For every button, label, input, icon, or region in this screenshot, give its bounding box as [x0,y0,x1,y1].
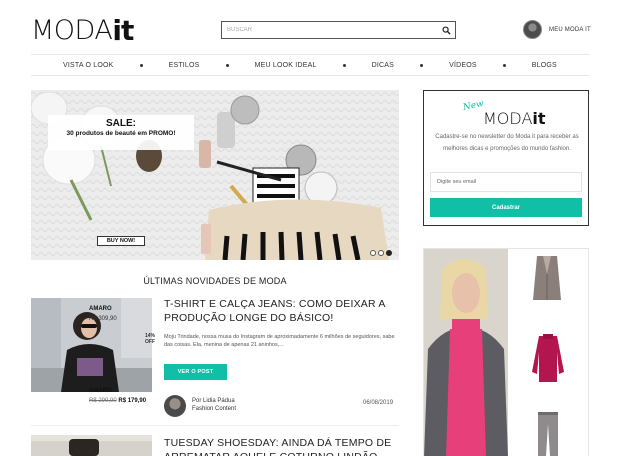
divider [31,425,399,426]
product-price: R$ 299,90 R$ 179,90 [89,398,146,404]
carousel-dot-active[interactable] [386,250,392,256]
post-thumbnail[interactable] [31,435,152,456]
view-post-button[interactable]: VER O POST [164,364,227,380]
newsletter-logo-bold: it [532,109,546,128]
nav-item-meu-look-ideal[interactable]: MEU LOOK IDEAL [255,62,317,69]
main-nav: VISTA O LOOK ESTILOS MEU LOOK IDEAL DICA… [31,54,589,76]
section-title: ÚLTIMAS NOVIDADES DE MODA [143,276,287,286]
new-price: R$ 179,90 [118,398,147,404]
product-brand: AMARO [89,306,112,312]
product-price: R$ 309,90 [89,316,117,322]
account-label: MEU MODA IT [549,26,591,33]
author-role: Fashion Content [192,406,237,412]
nav-item-dicas[interactable]: DICAS [372,62,394,69]
search-box [221,21,456,39]
avatar [523,20,542,39]
post-title[interactable]: TUESDAY SHOESDAY: AINDA DÁ TEMPO DE ARRE… [164,436,394,456]
model-photo[interactable] [424,249,508,456]
product-brand: AMARO [89,388,112,394]
nav-item-blogs[interactable]: BLOGS [532,62,557,69]
carousel-dot[interactable] [370,250,376,256]
newsletter-box: New MODA it Cadastre-se no newsletter do … [423,90,589,226]
author-avatar [164,395,186,417]
carousel-dots [370,250,392,256]
email-field[interactable] [430,172,582,192]
newsletter-text: Cadastre-se no newsletter do Moda it par… [435,134,579,152]
sale-title: SALE: [106,118,136,129]
post-title[interactable]: T-SHIRT E CALÇA JEANS: COMO DEIXAR A PRO… [164,297,394,325]
search-input[interactable] [222,22,437,38]
post-excerpt: Moju Trindade, nossa musa do Instagram d… [164,334,395,348]
product-image-pants[interactable] [536,412,560,456]
logo-text-light: MODA [31,14,113,46]
sale-subtitle: 30 produtos de beauté em PROMO! [66,130,176,137]
nav-item-vista-o-look[interactable]: VISTA O LOOK [63,62,114,69]
post-date: 06/08/2019 [363,400,394,406]
site-logo[interactable]: MODA it [31,13,134,47]
subscribe-button[interactable]: Cadastrar [430,198,582,217]
nav-separator [225,63,229,67]
buy-now-button[interactable]: BUY NOW! [97,236,145,246]
search-icon[interactable] [437,22,455,38]
author-name[interactable]: Por Lidia Pádua [192,398,235,404]
carousel-dot[interactable] [378,250,384,256]
product-image-blazer[interactable] [531,254,563,307]
sale-banner: SALE: 30 produtos de beauté em PROMO! [48,115,194,150]
post-thumbnail[interactable] [31,298,152,392]
new-badge: New [462,98,485,114]
newsletter-logo-light: MODA [483,109,533,128]
nav-item-videos[interactable]: VÍDEOS [449,62,477,69]
nav-separator [342,63,346,67]
product-image-sweater[interactable] [531,332,565,389]
nav-item-estilos[interactable]: ESTILOS [169,62,200,69]
account-link[interactable]: MEU MODA IT [523,20,591,39]
nav-separator [502,63,506,67]
nav-separator [139,63,143,67]
nav-separator [420,63,424,67]
newsletter-logo: New MODA it [462,99,546,128]
discount-badge: 14% OFF [145,333,155,345]
discount-label: OFF [145,339,156,345]
old-price: R$ 299,90 [89,398,117,404]
logo-text-bold: it [112,13,134,47]
